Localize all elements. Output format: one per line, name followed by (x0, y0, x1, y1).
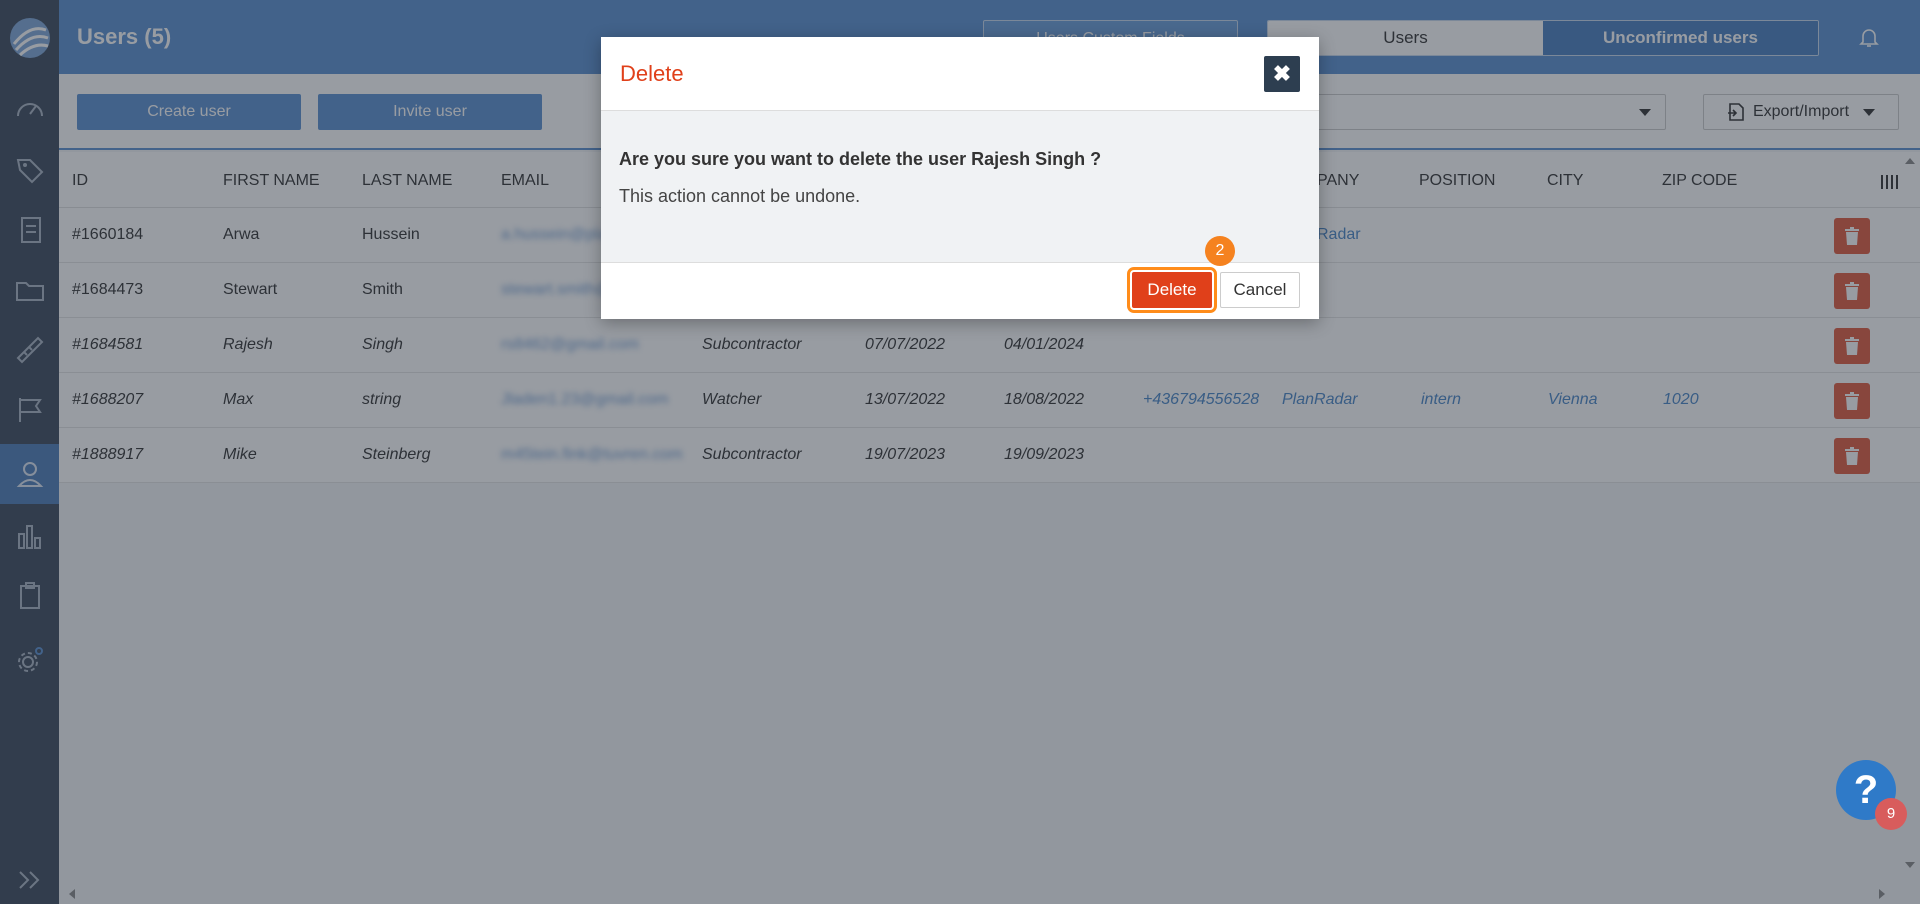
dialog-question: Are you sure you want to delete the user… (619, 149, 1102, 169)
dialog-note: This action cannot be undone. (619, 186, 861, 206)
step-badge: 2 (1205, 236, 1235, 266)
help-notification-badge: 9 (1875, 798, 1907, 830)
dialog-footer: Delete Cancel (601, 263, 1319, 319)
confirm-delete-button[interactable]: Delete (1127, 267, 1217, 313)
delete-user-dialog: Delete ✖ Are you sure you want to delete… (601, 37, 1319, 319)
close-icon[interactable]: ✖ (1264, 56, 1300, 92)
cancel-button[interactable]: Cancel (1220, 272, 1300, 308)
dialog-header: Delete ✖ (601, 37, 1319, 111)
dialog-title: Delete (620, 61, 684, 86)
